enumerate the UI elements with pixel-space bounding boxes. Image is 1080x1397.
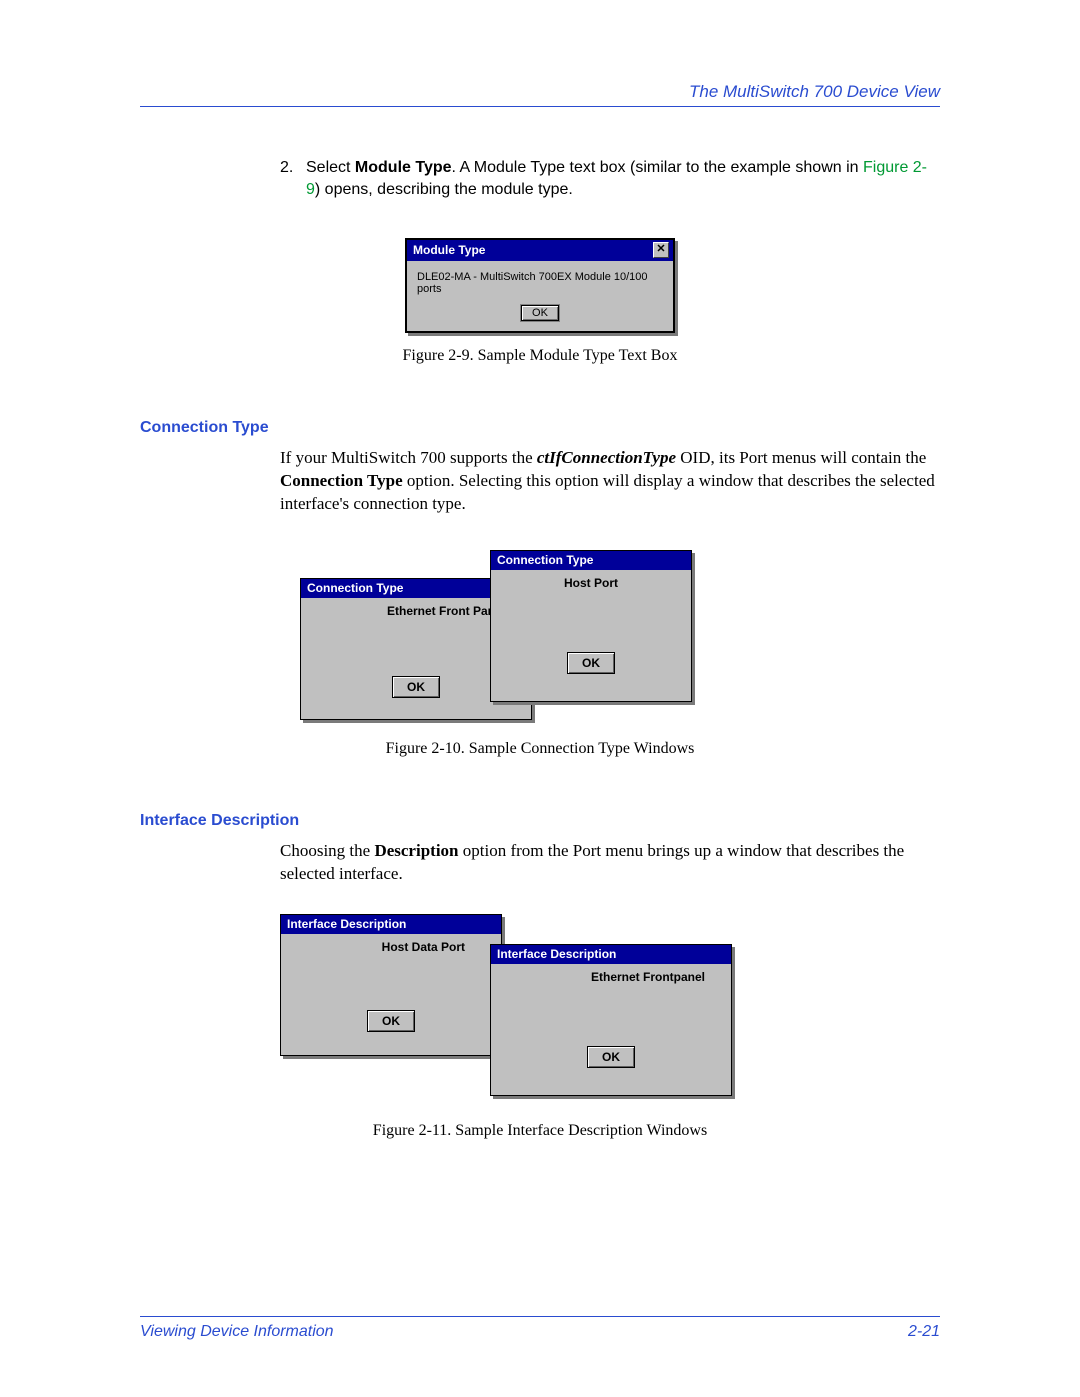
interface-desc-window-2: Interface Description Ethernet Frontpane… [490,944,732,1096]
module-type-body: DLE02-MA - MultiSwitch 700EX Module 10/1… [407,261,673,331]
step-text-bold: Module Type [355,159,452,176]
ct-oid: ctIfConnectionType [537,448,676,467]
interface-desc-window-1: Interface Description Host Data Port OK [280,914,502,1056]
id-p1a: Choosing the [280,841,374,860]
step-text-pre: Select [306,159,355,176]
ct-bold-option: Connection Type [280,471,403,490]
ok-button[interactable]: OK [587,1046,635,1068]
if2-body: Ethernet Frontpanel OK [491,964,731,1078]
module-type-titlebar: Module Type ✕ [407,240,673,261]
conn1-title: Connection Type [307,581,403,595]
if2-label: Ethernet Frontpanel [499,970,723,984]
conn2-label: Host Port [499,576,683,590]
step-number: 2. [280,157,306,200]
header-title: The MultiSwitch 700 Device View [689,82,940,101]
caption-2-11: Figure 2-11. Sample Interface Descriptio… [140,1122,940,1140]
figure-2-11: Interface Description Host Data Port OK … [280,914,940,1094]
step-text-post2: ) opens, describing the module type. [315,181,573,198]
footer-left: Viewing Device Information [140,1323,334,1341]
close-icon[interactable]: ✕ [653,242,669,258]
caption-2-9: Figure 2-9. Sample Module Type Text Box [140,347,940,365]
connection-type-window-2: Connection Type Host Port OK [490,550,692,702]
if1-title: Interface Description [287,917,406,931]
module-type-title: Module Type [413,243,485,257]
ok-button[interactable]: OK [392,676,440,698]
module-type-window: Module Type ✕ DLE02-MA - MultiSwitch 700… [405,238,675,333]
module-type-desc: DLE02-MA - MultiSwitch 700EX Module 10/1… [415,269,665,305]
if1-label: Host Data Port [289,940,493,954]
id-bold-option: Description [374,841,458,860]
page-footer: Viewing Device Information 2-21 [140,1316,940,1341]
ct-p1c: OID, its Port menus will contain the [676,448,926,467]
if2-title: Interface Description [497,947,616,961]
if1-titlebar: Interface Description [281,915,501,934]
para-interface-description: Choosing the Description option from the… [280,840,940,886]
heading-interface-description: Interface Description [140,812,940,830]
step-2: 2. Select Module Type. A Module Type tex… [280,157,940,200]
step-text: Select Module Type. A Module Type text b… [306,157,940,200]
page-header: The MultiSwitch 700 Device View [140,82,940,107]
conn2-title: Connection Type [497,553,593,567]
step-text-post1: . A Module Type text box (similar to the… [452,159,863,176]
footer-page-number: 2-21 [908,1323,940,1341]
ok-button[interactable]: OK [567,652,615,674]
heading-connection-type: Connection Type [140,419,940,437]
conn2-titlebar: Connection Type [491,551,691,570]
figure-2-10: Connection Type Ethernet Front Panel OK … [300,550,940,726]
conn2-body: Host Port OK [491,570,691,684]
para-connection-type: If your MultiSwitch 700 supports the ctI… [280,447,940,516]
ok-button[interactable]: OK [367,1010,415,1032]
if1-body: Host Data Port OK [281,934,501,1042]
caption-2-10: Figure 2-10. Sample Connection Type Wind… [140,740,940,758]
figure-2-9: Module Type ✕ DLE02-MA - MultiSwitch 700… [405,238,675,333]
ct-p1a: If your MultiSwitch 700 supports the [280,448,537,467]
if2-titlebar: Interface Description [491,945,731,964]
ok-button[interactable]: OK [521,305,559,321]
